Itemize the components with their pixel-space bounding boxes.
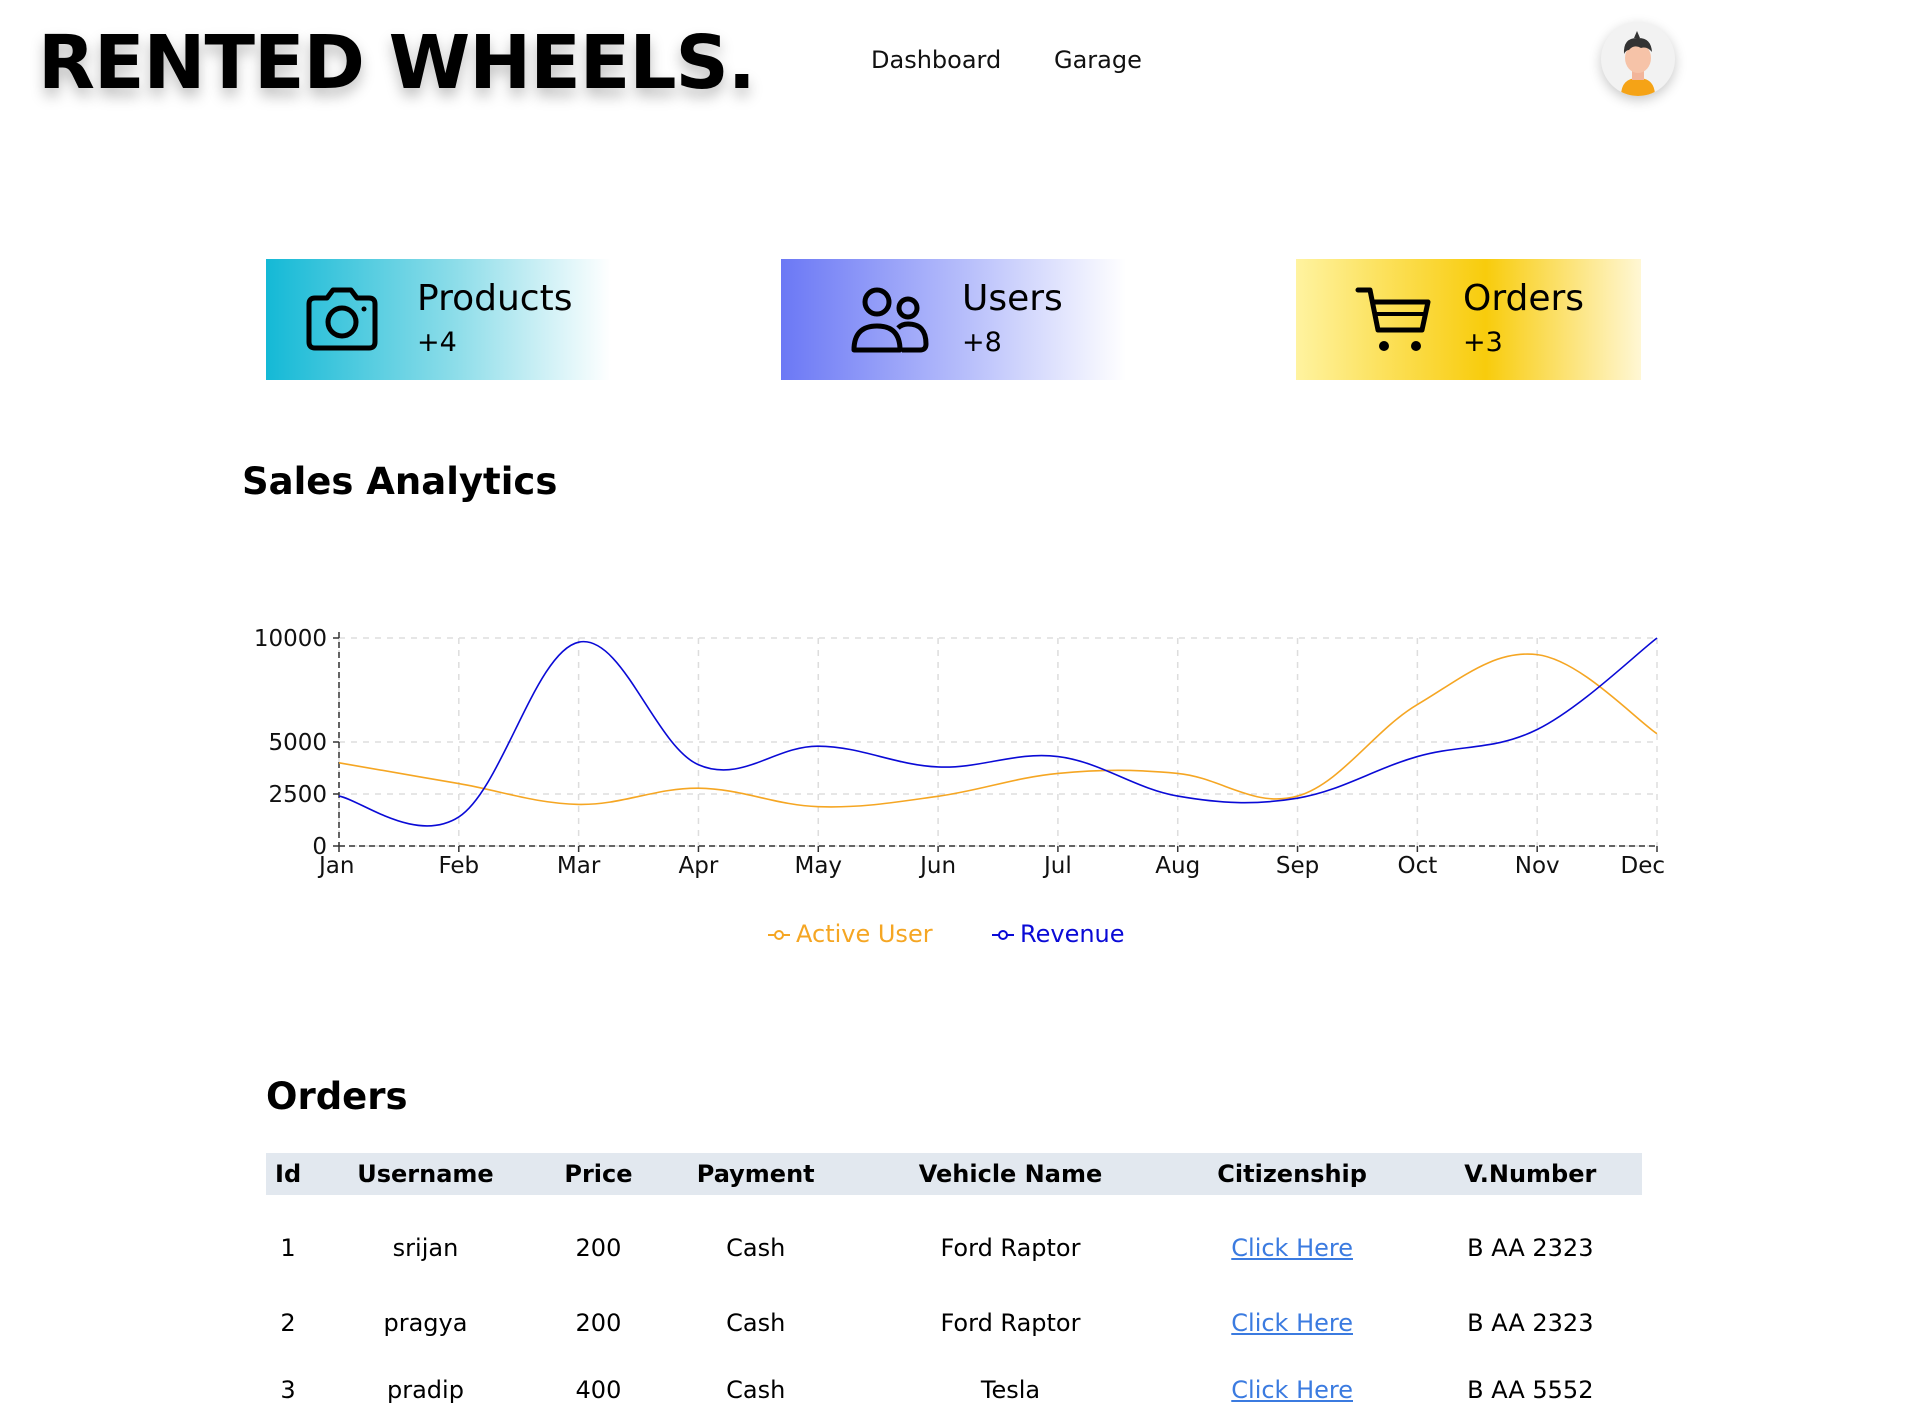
users-icon [850,284,930,362]
cell-payment: Cash [726,1308,786,1337]
y-tick-label: 10000 [254,626,327,652]
legend-marker-icon [768,930,790,940]
x-tick-label: Feb [438,853,479,879]
cell-vnumber: B AA 2323 [1467,1308,1594,1337]
column-header-username: Username [310,1153,541,1195]
avatar-icon [1621,31,1655,96]
sales-analytics-title: Sales Analytics [242,460,558,503]
cell-citizenship: Click Here [1166,1195,1419,1289]
cell-vehicle: Ford Raptor [940,1234,1081,1262]
column-header-citizenship: Citizenship [1165,1153,1419,1195]
cell-username: pragya [383,1308,468,1337]
legend-item-active-user[interactable]: Active User [768,919,933,949]
table-header-row: Id Username Price Payment Vehicle Name C… [266,1153,1642,1195]
y-tick-label: 5000 [268,730,327,756]
series-line-active-user [338,653,1658,808]
column-header-vnumber: V.Number [1418,1153,1642,1195]
citizenship-link[interactable]: Click Here [1231,1376,1353,1404]
cell-vehicle: Ford Raptor [940,1308,1081,1337]
column-header-id: Id [266,1153,311,1195]
chart-grid [338,637,1658,847]
citizenship-link[interactable]: Click Here [1231,1309,1353,1337]
column-header-payment: Payment [656,1153,856,1195]
x-tick-label: Jul [1042,853,1072,879]
column-header-vehicle-name: Vehicle Name [855,1153,1166,1195]
cell-payment: Cash [726,1375,786,1404]
cell-id: 1 [280,1234,296,1262]
nav-item-garage[interactable]: Garage [1054,44,1142,76]
cell-vnumber: B AA 5552 [1467,1375,1594,1404]
x-tick-label: Nov [1515,853,1560,879]
cell-id: 3 [280,1375,296,1404]
x-tick-label: Jan [317,853,354,879]
citizenship-link[interactable]: Click Here [1231,1234,1353,1262]
nav-item-dashboard[interactable]: Dashboard [871,44,1001,76]
legend-label: Active User [796,920,933,948]
cell-price: 200 [575,1308,622,1337]
x-tick-label: Dec [1620,853,1665,879]
cell-vnumber: B AA 2323 [1467,1234,1594,1262]
x-tick-label: Apr [679,853,719,879]
table-row: 3 pradip 400 Cash Tesla Click Here B AA … [266,1356,1642,1423]
cell-username: srijan [392,1234,459,1262]
stat-card-products[interactable]: Products +4 [266,259,611,380]
column-header-price: Price [540,1153,657,1195]
x-tick-label: Aug [1155,853,1200,879]
card-title: Products [417,278,573,319]
legend-item-revenue[interactable]: Revenue [992,919,1125,949]
orders-title: Orders [266,1075,408,1118]
table-row: 1 srijan 200 Cash Ford Raptor Click Here… [266,1195,1642,1289]
cell-citizenship: Click Here [1166,1289,1419,1356]
card-count: +4 [417,327,457,358]
table-row: 2 pragya 200 Cash Ford Raptor Click Here… [266,1289,1642,1356]
sales-chart: 02500500010000Jan Feb Mar Apr May Jun Jul Aug Se… [254,626,1665,879]
cell-vehicle: Tesla [980,1375,1041,1404]
chart-axes: 02500500010000Jan Feb Mar Apr May Jun Jul Aug Se… [254,626,1665,879]
x-tick-label: May [794,853,842,879]
camera-icon [303,286,381,356]
x-tick-label: Sep [1276,853,1319,879]
card-count: +3 [1463,327,1503,358]
cell-citizenship: Click Here [1166,1356,1419,1423]
card-count: +8 [962,327,1002,358]
card-title: Orders [1463,278,1585,319]
x-tick-label: Jun [918,853,956,879]
cart-icon [1354,284,1434,362]
x-tick-label: Mar [557,853,601,879]
cell-id: 2 [280,1308,296,1337]
brand-logo[interactable]: RENTED WHEELS. [38,18,756,108]
user-avatar[interactable] [1601,22,1675,96]
cell-payment: Cash [726,1234,786,1262]
orders-table: Id Username Price Payment Vehicle Name C… [266,1153,1642,1423]
cell-username: pradip [387,1375,464,1404]
cell-price: 400 [575,1375,622,1404]
stat-card-users[interactable]: Users +8 [781,259,1126,380]
cell-price: 200 [575,1234,622,1262]
chart-series [338,637,1658,827]
y-tick-label: 2500 [268,782,327,808]
x-tick-label: Oct [1397,853,1437,879]
card-title: Users [962,278,1063,319]
series-line-revenue [338,637,1658,827]
legend-marker-icon [992,930,1014,940]
legend-label: Revenue [1020,920,1125,948]
stat-card-orders[interactable]: Orders +3 [1296,259,1641,380]
